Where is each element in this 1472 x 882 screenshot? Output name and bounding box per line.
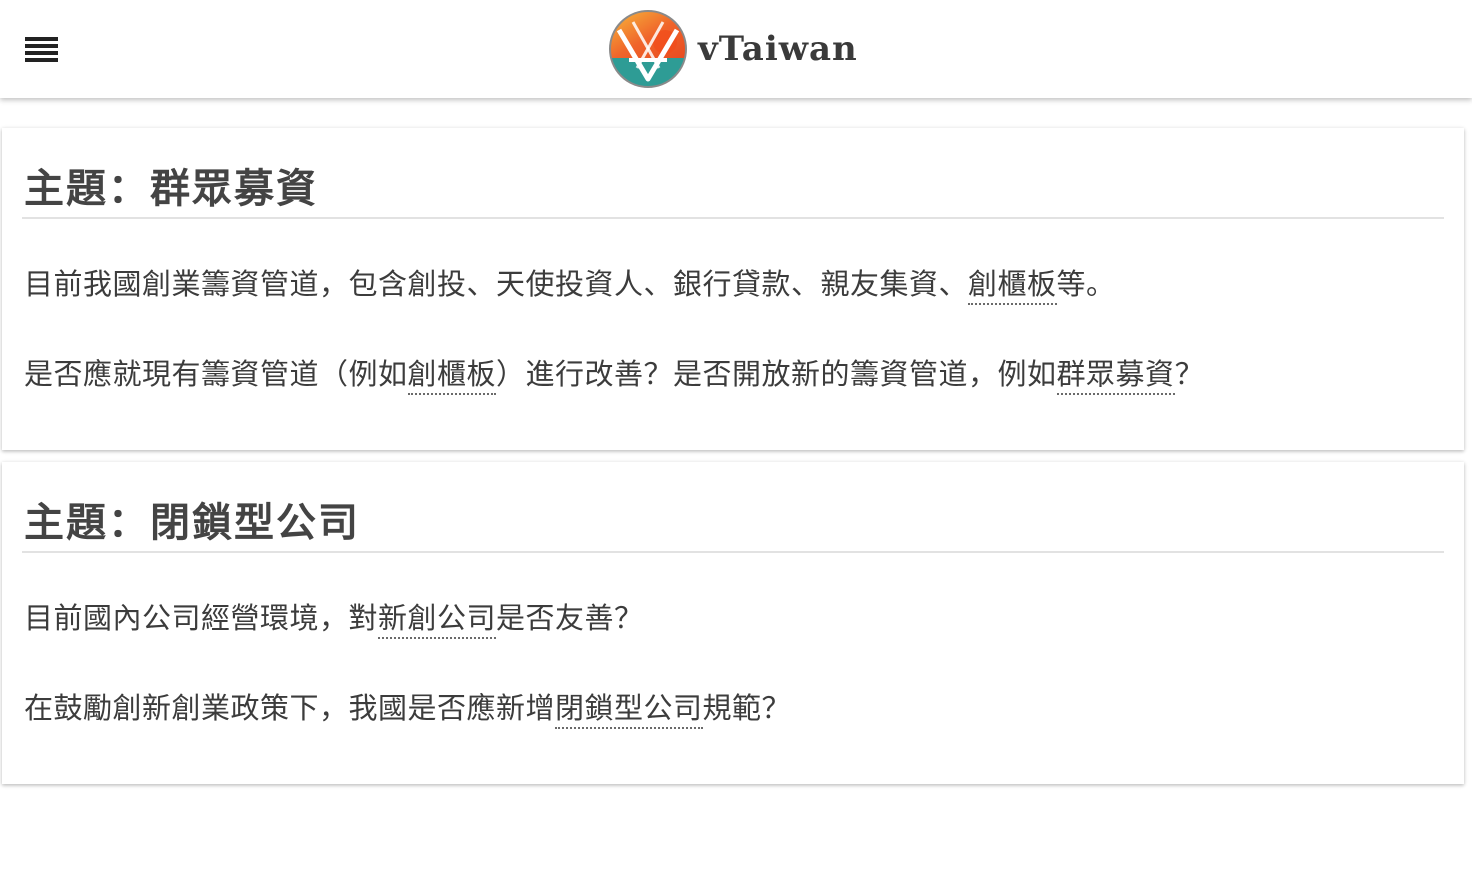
vtaiwan-logo-icon bbox=[609, 10, 687, 88]
text-segment: 是否友善？ bbox=[496, 601, 644, 635]
term-link-gisa[interactable]: 創櫃板 bbox=[968, 267, 1057, 305]
text-segment: 是否應就現有籌資管道（例如 bbox=[24, 357, 408, 391]
text-segment: ）進行改善？是否開放新的籌資管道，例如 bbox=[496, 357, 1057, 391]
top-navbar: vTaiwan bbox=[0, 0, 1472, 98]
topic-paragraph: 是否應就現有籌資管道（例如創櫃板）進行改善？是否開放新的籌資管道，例如群眾募資？ bbox=[24, 351, 1205, 395]
topic-paragraph: 目前國內公司經營環境，對新創公司是否友善？ bbox=[24, 595, 644, 639]
text-segment: ？ bbox=[1174, 357, 1205, 391]
topic-title: 主題：閉鎖型公司 bbox=[24, 500, 360, 546]
term-link-startup[interactable]: 新創公司 bbox=[378, 601, 497, 639]
term-link-gisa[interactable]: 創櫃板 bbox=[407, 357, 497, 395]
topic-card-crowdfunding: 主題：群眾募資 目前我國創業籌資管道，包含創投、天使投資人、銀行貸款、親友集資、… bbox=[2, 128, 1464, 450]
text-segment: 規範？ bbox=[702, 691, 792, 725]
term-link-crowdfunding[interactable]: 群眾募資 bbox=[1056, 357, 1175, 395]
topic-card-closely-held-company: 主題：閉鎖型公司 目前國內公司經營環境，對新創公司是否友善？ 在鼓勵創新創業政策… bbox=[2, 462, 1464, 784]
text-segment: 等。 bbox=[1056, 267, 1116, 301]
term-link-closely-held-company[interactable]: 閉鎖型公司 bbox=[555, 691, 703, 729]
text-segment: 目前國內公司經營環境，對 bbox=[24, 601, 379, 635]
text-segment: 目前我國創業籌資管道，包含創投、天使投資人、銀行貸款、親友集資、 bbox=[24, 267, 969, 301]
title-divider bbox=[22, 551, 1444, 553]
topic-title: 主題：群眾募資 bbox=[24, 166, 318, 212]
title-divider bbox=[22, 217, 1444, 219]
brand-name: vTaiwan bbox=[698, 29, 858, 69]
topic-paragraph: 目前我國創業籌資管道，包含創投、天使投資人、銀行貸款、親友集資、創櫃板等。 bbox=[24, 261, 1116, 305]
hamburger-menu-icon[interactable] bbox=[24, 34, 60, 64]
topic-paragraph: 在鼓勵創新創業政策下，我國是否應新增閉鎖型公司規範？ bbox=[24, 685, 792, 729]
brand-home-link[interactable]: vTaiwan bbox=[607, 8, 858, 90]
text-segment: 在鼓勵創新創業政策下，我國是否應新增 bbox=[24, 691, 556, 725]
